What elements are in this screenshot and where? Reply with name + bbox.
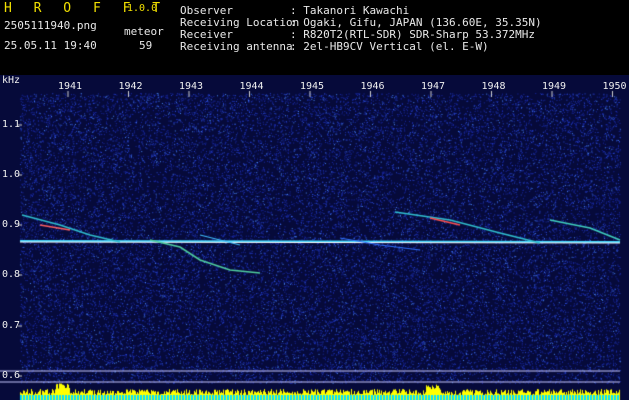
detection-count: 59 [139, 39, 153, 52]
x-tick-label: 1943 [179, 81, 204, 92]
x-tick-label: 1941 [58, 81, 83, 92]
x-tick-label: 1947 [421, 81, 446, 92]
x-tick-label: 1946 [360, 81, 385, 92]
x-tick-label: 1949 [542, 81, 567, 92]
app-version: 1.0.0 [127, 3, 158, 14]
header-panel: H R O F F T 1.0.0 2505111940.png meteor … [0, 0, 629, 75]
y-tick-label: 0.7 [2, 320, 21, 331]
y-tick-label: 1.0 [2, 169, 21, 180]
x-tick-label: 1942 [118, 81, 143, 92]
mode-label: meteor [124, 25, 164, 38]
y-tick-label: 0.9 [2, 219, 21, 230]
antenna-value: : 2el-HB9CV Vertical (el. E-W) [290, 40, 489, 53]
y-tick-label: 0.8 [2, 269, 21, 280]
spectrogram-canvas [0, 75, 629, 400]
file-name: 2505111940.png [4, 19, 97, 32]
y-axis-unit: kHz [2, 75, 21, 86]
antenna-label: Receiving antenna [180, 40, 293, 53]
x-tick-label: 1945 [300, 81, 325, 92]
y-tick-label: 1.1 [2, 119, 21, 130]
x-tick-label: 1950 [602, 81, 627, 92]
date-time: 25.05.11 19:40 [4, 39, 97, 52]
x-tick-label: 1948 [481, 81, 506, 92]
spectrogram-panel: kHz 1.1 1.0 0.9 0.8 0.7 0.6 1941 1942 1943 1944 1… [0, 75, 629, 400]
y-tick-label: 0.6 [2, 370, 21, 381]
x-tick-label: 1944 [239, 81, 264, 92]
